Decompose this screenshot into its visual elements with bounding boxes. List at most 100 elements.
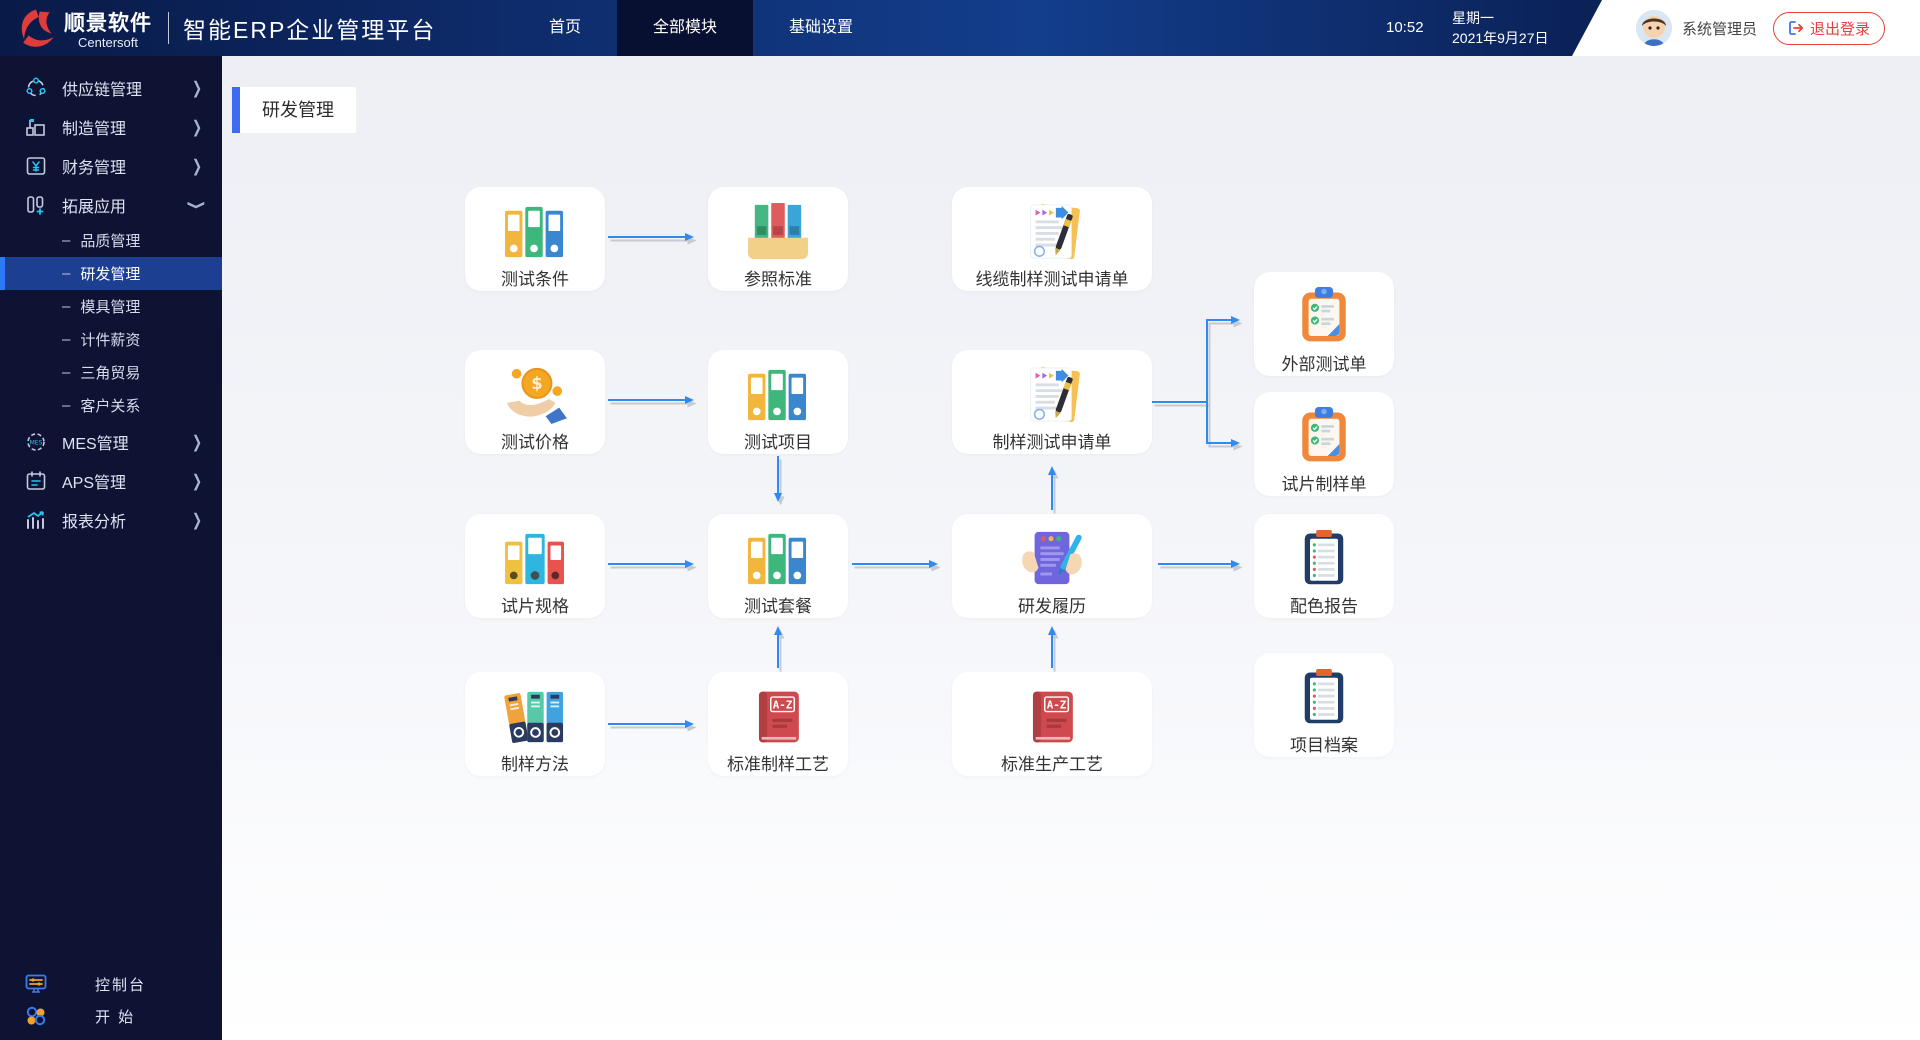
dash-marker: – <box>62 232 70 249</box>
flow-node-sampling-method[interactable]: 制样方法 <box>465 672 605 776</box>
top-bar: 顺景软件 Centersoft 智能ERP企业管理平台 首页 全部模块 基础设置… <box>0 0 1920 56</box>
flow-node-label: 试片规格 <box>501 592 569 617</box>
sidebar-item-supply-chain[interactable]: 供应链管理 ❯ <box>0 68 222 107</box>
sidebar-item-finance[interactable]: 财务管理 ❯ <box>0 146 222 185</box>
chevron-right-icon: ❯ <box>192 156 202 176</box>
dash-marker: – <box>62 265 70 282</box>
logout-label: 退出登录 <box>1810 18 1870 39</box>
centersoft-logo-icon <box>14 5 58 51</box>
svg-text:MES: MES <box>30 439 43 446</box>
app-title: 智能ERP企业管理平台 <box>183 11 436 45</box>
chevron-down-icon: ❯ <box>187 199 207 209</box>
flow-node-rnd-history[interactable]: 研发履历 <box>952 514 1152 618</box>
avatar-image <box>1636 10 1672 46</box>
console-label: 控制台 <box>95 974 146 995</box>
dash-marker: – <box>62 298 70 315</box>
logout-icon <box>1788 20 1804 36</box>
clipboard-navy-icon <box>1296 661 1352 727</box>
flow-node-label: 制样方法 <box>501 750 569 775</box>
book-az-icon: A-Z <box>1023 680 1081 746</box>
sidebar-subitem-label: 三角贸易 <box>80 362 140 383</box>
sidebar-item-label: 制造管理 <box>62 115 126 139</box>
clipboard-orange-icon <box>1295 280 1353 346</box>
binders-icon <box>503 195 567 261</box>
flow-node-label: 线缆制样测试申请单 <box>976 265 1129 290</box>
sidebar-item-aps[interactable]: APS管理 ❯ <box>0 461 222 500</box>
flow-node-label: 标准生产工艺 <box>1001 750 1103 775</box>
flow-node-specimen-sample-order[interactable]: 试片制样单 <box>1254 392 1394 496</box>
flow-node-reference-standard[interactable]: 参照标准 <box>708 187 848 291</box>
console-button[interactable]: 控制台 <box>0 968 222 1000</box>
sidebar: 供应链管理 ❯ 制造管理 ❯ 财务管理 ❯ <box>0 56 222 1040</box>
sidebar-item-extended-apps[interactable]: 拓展应用 ❯ <box>0 185 222 224</box>
sidebar-item-label: MES管理 <box>62 430 129 454</box>
logo-title: 顺景软件 <box>64 7 152 37</box>
flow-node-test-items[interactable]: 测试项目 <box>708 350 848 454</box>
start-icon <box>24 1004 48 1028</box>
sidebar-subitem-label: 品质管理 <box>80 230 140 251</box>
flow-node-external-test-order[interactable]: 外部测试单 <box>1254 272 1394 376</box>
date-block: 星期一 2021年9月27日 <box>1452 8 1549 48</box>
flow-node-label: 外部测试单 <box>1282 350 1367 375</box>
flow-node-standard-sampling-process[interactable]: A-Z 标准制样工艺 <box>708 672 848 776</box>
report-analysis-icon <box>24 508 48 532</box>
start-label: 开 始 <box>95 1006 135 1027</box>
binders-icon <box>746 522 810 588</box>
flow-node-label: 试片制样单 <box>1282 470 1367 495</box>
flow-node-label: 参照标准 <box>744 265 812 290</box>
logo-text: 顺景软件 Centersoft <box>64 7 152 50</box>
main-content: 研发管理 <box>222 56 1920 1040</box>
user-avatar[interactable] <box>1636 10 1672 46</box>
svg-text:$: $ <box>531 374 542 393</box>
logo-area: 顺景软件 Centersoft 智能ERP企业管理平台 <box>14 0 436 56</box>
sidebar-item-label: 供应链管理 <box>62 76 142 100</box>
flow-node-test-price[interactable]: $ 测试价格 <box>465 350 605 454</box>
sidebar-subitem-rnd[interactable]: – 研发管理 <box>0 257 222 290</box>
aps-icon <box>24 469 48 493</box>
sidebar-item-report-analysis[interactable]: 报表分析 ❯ <box>0 500 222 539</box>
flow-node-color-report[interactable]: 配色报告 <box>1254 514 1394 618</box>
sidebar-footer: 控制台 开 始 <box>0 968 222 1032</box>
sidebar-subitem-label: 客户关系 <box>80 395 140 416</box>
flow-node-test-package[interactable]: 测试套餐 <box>708 514 848 618</box>
book-az-icon: A-Z <box>749 680 807 746</box>
sidebar-subitem-label: 模具管理 <box>80 296 140 317</box>
flow-node-cable-sample-test-request[interactable]: 线缆制样测试申请单 <box>952 187 1152 291</box>
sidebar-subitem-mold[interactable]: – 模具管理 <box>0 290 222 323</box>
top-nav-tabs: 首页 全部模块 基础设置 <box>513 0 889 56</box>
chevron-right-icon: ❯ <box>192 432 202 452</box>
extended-apps-icon <box>24 193 48 217</box>
start-button[interactable]: 开 始 <box>0 1000 222 1032</box>
sidebar-subitem-piecework[interactable]: – 计件薪资 <box>0 323 222 356</box>
module-flowchart: 测试条件 参照标准 <box>222 56 1920 1040</box>
sidebar-subitem-quality[interactable]: – 品质管理 <box>0 224 222 257</box>
logo-divider <box>168 12 169 44</box>
sidebar-subitem-triangle-trade[interactable]: – 三角贸易 <box>0 356 222 389</box>
flow-node-test-conditions[interactable]: 测试条件 <box>465 187 605 291</box>
sidebar-subitem-crm[interactable]: – 客户关系 <box>0 389 222 422</box>
flow-node-project-archive[interactable]: 项目档案 <box>1254 653 1394 757</box>
sidebar-item-label: 拓展应用 <box>62 193 126 217</box>
dash-marker: – <box>62 364 70 381</box>
flow-node-sample-test-request[interactable]: 制样测试申请单 <box>952 350 1152 454</box>
dash-marker: – <box>62 331 70 348</box>
clock-time: 10:52 <box>1386 0 1424 56</box>
logout-button[interactable]: 退出登录 <box>1773 12 1885 45</box>
tab-all-modules[interactable]: 全部模块 <box>617 0 753 56</box>
sidebar-item-label: APS管理 <box>62 469 126 493</box>
supply-chain-icon <box>24 76 48 100</box>
sidebar-subitem-label: 计件薪资 <box>80 329 140 350</box>
binders-icon <box>746 358 810 424</box>
manufacturing-icon <box>24 115 48 139</box>
flow-node-standard-production-process[interactable]: A-Z 标准生产工艺 <box>952 672 1152 776</box>
tab-home[interactable]: 首页 <box>513 0 617 56</box>
clipboard-orange-icon <box>1295 400 1353 466</box>
sidebar-item-manufacturing[interactable]: 制造管理 ❯ <box>0 107 222 146</box>
tab-basic-settings[interactable]: 基础设置 <box>753 0 889 56</box>
flow-node-specimen-spec[interactable]: 试片规格 <box>465 514 605 618</box>
sidebar-item-mes[interactable]: MES MES管理 ❯ <box>0 422 222 461</box>
binders-3d-icon <box>503 680 567 746</box>
console-icon <box>24 972 48 996</box>
flow-node-label: 配色报告 <box>1290 592 1358 617</box>
document-pen-icon <box>1021 358 1083 424</box>
